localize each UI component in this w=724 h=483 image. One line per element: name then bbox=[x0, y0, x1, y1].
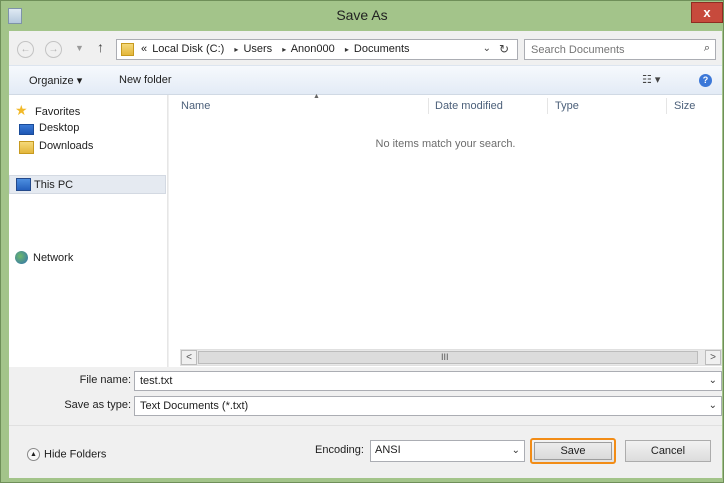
desktop-icon bbox=[19, 124, 34, 135]
nav-item-label: Favorites bbox=[35, 106, 81, 118]
nav-item-favorites[interactable]: ★ Favorites bbox=[9, 102, 166, 121]
scroll-right-icon[interactable]: > bbox=[705, 350, 721, 365]
command-bar: Organize ▾ New folder ☷ ▾ ? bbox=[9, 65, 722, 95]
collapse-icon: ▲ bbox=[27, 448, 40, 461]
file-list[interactable]: ▲ Name Date modified Type Size No items … bbox=[169, 93, 722, 367]
save-button[interactable]: Save bbox=[530, 438, 616, 464]
scroll-grip: III bbox=[441, 352, 449, 362]
cancel-button[interactable]: Cancel bbox=[625, 440, 711, 462]
forward-icon[interactable]: → bbox=[45, 41, 62, 58]
file-name-field[interactable]: test.txt ⌄ bbox=[134, 371, 722, 391]
change-view-icon[interactable]: ☷ ▾ bbox=[642, 73, 660, 86]
dialog-footer: ▲ Hide Folders Encoding: ANSI ⌄ Save Canc… bbox=[9, 425, 722, 478]
network-icon bbox=[15, 251, 28, 264]
dialog-body: ← → ▼ ↑ « Local Disk (C:) ▸ Users ▸ Anon… bbox=[9, 31, 722, 478]
scroll-left-icon[interactable]: < bbox=[181, 350, 197, 365]
encoding-select[interactable]: ANSI ⌄ bbox=[370, 440, 525, 462]
breadcrumb: « Local Disk (C:) ▸ Users ▸ Anon000 ▸ Do… bbox=[141, 43, 412, 55]
hide-folders-button[interactable]: ▲ Hide Folders bbox=[27, 448, 106, 461]
address-dropdown-icon[interactable]: ⌄ bbox=[483, 43, 491, 54]
back-icon[interactable]: ← bbox=[17, 41, 34, 58]
save-as-type-value: Text Documents (*.txt) bbox=[140, 400, 249, 412]
sort-ascending-icon: ▲ bbox=[313, 93, 320, 100]
chevron-down-icon[interactable]: ⌄ bbox=[709, 400, 717, 411]
breadcrumb-anon000[interactable]: Anon000 bbox=[291, 43, 335, 55]
breadcrumb-documents[interactable]: Documents bbox=[354, 43, 410, 55]
breadcrumb-overflow-icon[interactable]: « bbox=[141, 43, 147, 55]
hide-folders-label: Hide Folders bbox=[44, 448, 107, 461]
search-icon[interactable]: ⌕ bbox=[704, 42, 710, 55]
address-bar[interactable]: « Local Disk (C:) ▸ Users ▸ Anon000 ▸ Do… bbox=[116, 39, 518, 60]
new-folder-button[interactable]: New folder bbox=[119, 74, 172, 86]
nav-item-desktop[interactable]: Desktop bbox=[9, 121, 166, 139]
save-as-type-select[interactable]: Text Documents (*.txt) ⌄ bbox=[134, 396, 722, 416]
breadcrumb-separator-icon[interactable]: ▸ bbox=[345, 45, 349, 54]
breadcrumb-local-disk[interactable]: Local Disk (C:) bbox=[152, 43, 224, 55]
file-fields: File name: test.txt ⌄ Save as type: Text… bbox=[9, 367, 722, 425]
column-divider[interactable] bbox=[666, 98, 667, 114]
folder-icon bbox=[121, 43, 134, 56]
nav-item-network[interactable]: Network bbox=[9, 249, 166, 267]
nav-item-label: This PC bbox=[34, 179, 74, 191]
breadcrumb-users[interactable]: Users bbox=[243, 43, 272, 55]
help-icon[interactable]: ? bbox=[699, 74, 712, 87]
nav-item-this-pc[interactable]: This PC bbox=[9, 175, 166, 194]
column-type[interactable]: Type bbox=[555, 100, 579, 112]
empty-list-message: No items match your search. bbox=[375, 138, 516, 150]
encoding-label: Encoding: bbox=[315, 444, 364, 456]
save-button-label: Save bbox=[534, 442, 612, 460]
column-date-modified[interactable]: Date modified bbox=[435, 100, 503, 112]
window-title: Save As bbox=[336, 7, 388, 23]
nav-item-label: Network bbox=[33, 252, 74, 264]
column-headers: ▲ Name Date modified Type Size bbox=[169, 93, 722, 117]
encoding-value: ANSI bbox=[375, 444, 401, 456]
organize-button[interactable]: Organize ▾ bbox=[29, 74, 82, 87]
title-bar[interactable]: Save As x bbox=[1, 1, 723, 31]
recent-locations-chevron-icon[interactable]: ▼ bbox=[75, 43, 84, 53]
refresh-icon[interactable]: ↻ bbox=[499, 42, 509, 56]
scroll-thumb[interactable]: III bbox=[198, 351, 698, 364]
search-input[interactable] bbox=[531, 42, 691, 57]
chevron-down-icon[interactable]: ⌄ bbox=[512, 445, 520, 456]
up-arrow-icon[interactable]: ↑ bbox=[97, 39, 104, 55]
column-divider[interactable] bbox=[428, 98, 429, 114]
nav-item-downloads[interactable]: Downloads bbox=[9, 139, 166, 157]
downloads-folder-icon bbox=[19, 141, 34, 154]
breadcrumb-separator-icon[interactable]: ▸ bbox=[282, 45, 286, 54]
column-divider[interactable] bbox=[547, 98, 548, 114]
save-as-type-label: Save as type: bbox=[64, 399, 131, 411]
column-size[interactable]: Size bbox=[674, 100, 695, 112]
save-as-dialog: Save As x ← → ▼ ↑ « Local Disk (C:) ▸ Us… bbox=[0, 0, 724, 483]
computer-icon bbox=[16, 178, 31, 191]
address-row: ← → ▼ ↑ « Local Disk (C:) ▸ Users ▸ Anon… bbox=[9, 31, 722, 65]
file-name-value[interactable]: test.txt bbox=[140, 375, 172, 387]
search-box[interactable]: ⌕ bbox=[524, 39, 716, 60]
nav-item-label: Desktop bbox=[39, 122, 80, 134]
horizontal-scrollbar[interactable]: < III > bbox=[180, 349, 722, 366]
close-button[interactable]: x bbox=[691, 2, 723, 23]
file-name-label: File name: bbox=[79, 374, 131, 386]
breadcrumb-separator-icon[interactable]: ▸ bbox=[234, 45, 238, 54]
star-icon: ★ bbox=[15, 102, 28, 118]
chevron-down-icon[interactable]: ⌄ bbox=[709, 375, 717, 386]
nav-item-label: Downloads bbox=[39, 140, 94, 152]
column-name[interactable]: Name bbox=[181, 100, 210, 112]
navigation-pane: ★ Favorites Desktop Downloads This PC Ne… bbox=[9, 95, 168, 367]
